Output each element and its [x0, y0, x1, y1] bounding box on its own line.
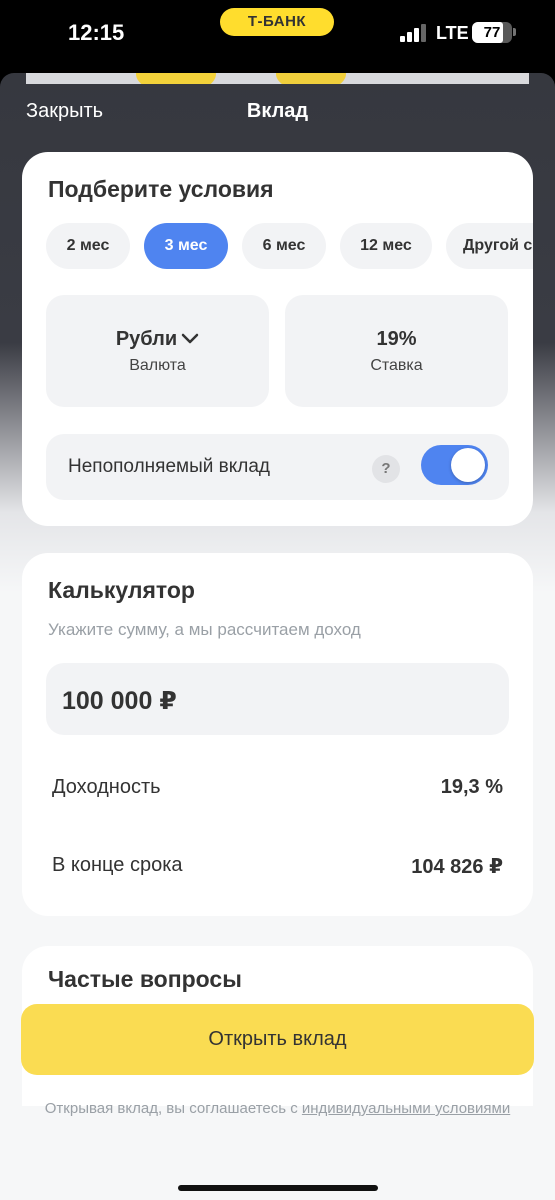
status-bar: 12:15 Т-БАНК LTE 77 — [0, 0, 555, 66]
period-chip-6[interactable]: 6 мес — [242, 223, 326, 269]
currency-value-row: Рубли — [46, 328, 269, 351]
yield-label: Доходность — [52, 776, 161, 798]
home-indicator — [178, 1185, 378, 1191]
toggle-knob — [451, 448, 485, 482]
end-of-term-label: В конце срока — [52, 854, 183, 876]
terms-title: Подберите условия — [48, 176, 274, 202]
non-replenishable-row: Непополняемый вклад ? — [46, 434, 509, 500]
bank-logo-pill[interactable]: Т-БАНК — [220, 8, 334, 36]
help-icon[interactable]: ? — [372, 455, 400, 483]
non-replenishable-toggle[interactable] — [421, 445, 488, 485]
open-deposit-button[interactable]: Открыть вклад — [21, 1004, 534, 1075]
battery-tip — [513, 28, 516, 36]
close-button[interactable]: Закрыть — [26, 100, 103, 123]
battery-level: 77 — [483, 24, 501, 41]
legal-note: Открывая вклад, вы соглашаетесь с индиви… — [40, 1098, 515, 1119]
period-chip-2[interactable]: 2 мес — [46, 223, 130, 269]
currency-label: Валюта — [129, 357, 186, 374]
chevron-down-icon — [181, 328, 199, 351]
network-label: LTE — [436, 23, 469, 43]
currency-selector[interactable]: Рубли Валюта — [46, 295, 269, 407]
yield-value: 19,3 % — [440, 776, 503, 798]
rate-label: Ставка — [370, 357, 423, 374]
calculator-subtitle: Укажите сумму, а мы рассчитаем доход — [48, 620, 361, 639]
signal-icon — [400, 24, 428, 42]
calculator-title: Калькулятор — [48, 577, 195, 603]
calculator-card: Калькулятор Укажите сумму, а мы рассчита… — [22, 553, 533, 916]
amount-value: 100 000 ₽ — [62, 687, 177, 715]
battery-icon: 77 — [472, 22, 512, 43]
rate-tile: 19% Ставка — [285, 295, 508, 407]
faq-title: Частые вопросы — [48, 966, 242, 992]
terms-card: Подберите условия 2 мес 3 мес 6 мес 12 м… — [22, 152, 533, 526]
non-replenishable-label: Непополняемый вклад — [68, 456, 270, 477]
status-time: 12:15 — [68, 20, 125, 45]
individual-terms-link[interactable]: индивидуальными условиями — [302, 1100, 510, 1117]
deposit-sheet: Закрыть Вклад Подберите условия 2 мес 3 … — [0, 73, 555, 1200]
period-chips: 2 мес 3 мес 6 мес 12 мес Другой срок — [46, 223, 533, 271]
period-chip-12[interactable]: 12 мес — [340, 223, 432, 269]
banner-image — [26, 73, 529, 84]
currency-value: Рубли — [115, 328, 178, 350]
end-of-term-value: 104 826 ₽ — [411, 856, 503, 878]
amount-input[interactable]: 100 000 ₽ — [46, 663, 509, 735]
period-chip-3[interactable]: 3 мес — [144, 223, 228, 269]
rate-value: 19% — [376, 328, 417, 350]
period-chip-other[interactable]: Другой срок — [446, 223, 533, 269]
legal-text: Открывая вклад, вы соглашаетесь с — [44, 1100, 302, 1117]
